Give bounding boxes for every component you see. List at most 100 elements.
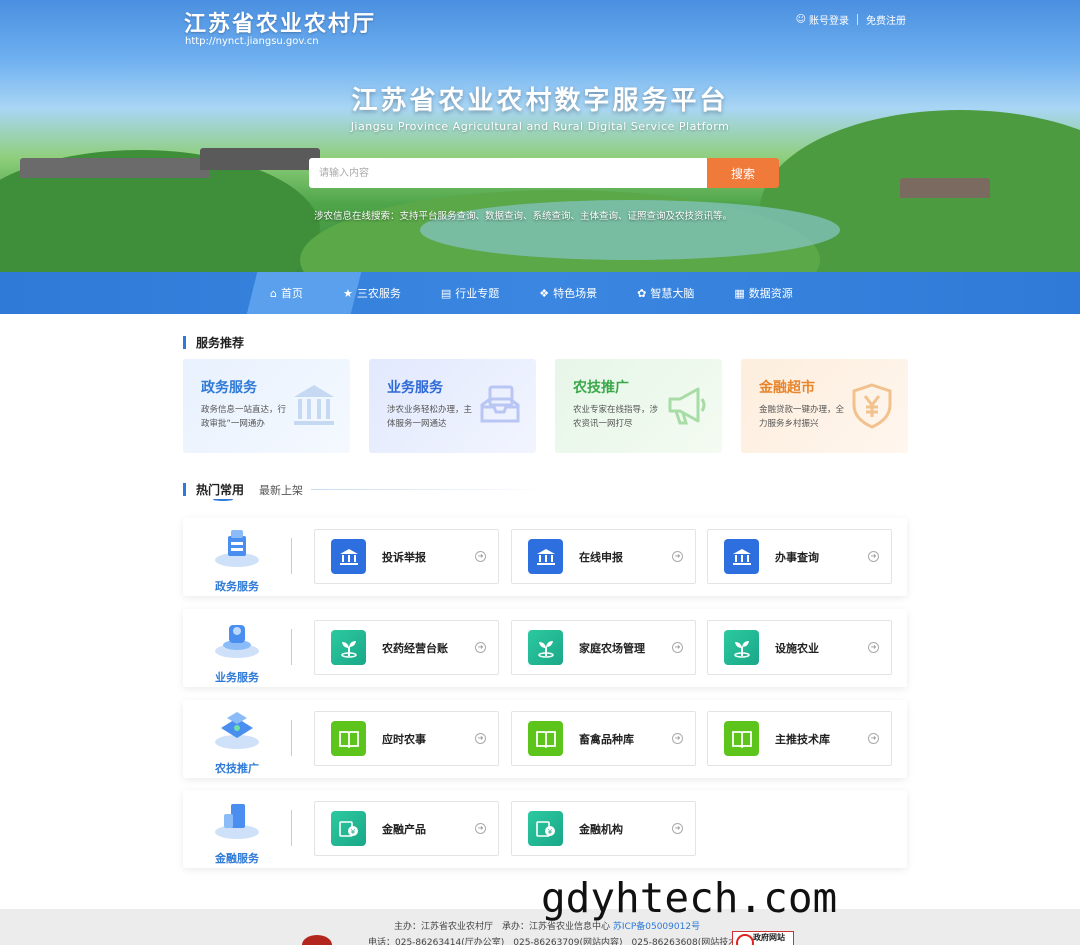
service-item-family-farm[interactable]: 家庭农场管理 ➜ (511, 620, 696, 675)
service-item-finance-institutions[interactable]: ¥ 金融机构 ➜ (511, 801, 696, 856)
nav-item-sannong[interactable]: ★ 三农服务 (343, 285, 401, 301)
recommend-cards: 政务服务 政务信息一站直达，行政审批“一网通办 业务服务 涉农业务轻松办理，主体… (183, 359, 908, 453)
service-row-finance: 金融服务 ¥ 金融产品 ➜ ¥ 金融机构 ➜ (183, 790, 907, 868)
home-icon: ⌂ (270, 286, 277, 300)
row-divider (291, 629, 292, 665)
service-item-online-apply[interactable]: 在线申报 ➜ (511, 529, 696, 584)
scenery-building (20, 158, 210, 178)
scenery-building (900, 178, 990, 198)
card-desc: 金融贷款一键办理，全力服务乡村振兴 (759, 405, 845, 429)
arrow-right-icon: ➜ (475, 823, 486, 834)
card-finance-market[interactable]: 金融超市 金融贷款一键办理，全力服务乡村振兴 (741, 359, 908, 453)
arrow-right-icon: ➜ (868, 551, 879, 562)
service-item-livestock-breeds[interactable]: 畜禽品种库 ➜ (511, 711, 696, 766)
inbox-icon (480, 385, 520, 423)
grid-icon: ❖ (539, 286, 550, 300)
category-government[interactable]: 政务服务 (201, 526, 273, 594)
service-item-pesticide-ledger[interactable]: 农药经营台账 ➜ (314, 620, 499, 675)
book-icon (724, 721, 759, 756)
service-item-label: 金融产品 (382, 822, 426, 836)
nav-item-data[interactable]: ▦ 数据资源 (734, 285, 792, 301)
government-category-icon (215, 530, 259, 567)
watermark-text: gdyhtech.com (541, 874, 838, 922)
main-nav: ⌂ 首页 ★ 三农服务 ▤ 行业专题 ❖ 特色场景 ✿ 智慧大脑 ▦ 数据资源 (0, 272, 1080, 314)
seedling-icon (331, 630, 366, 665)
nav-item-home[interactable]: ⌂ 首页 (270, 285, 303, 301)
section-title-recommend: 服务推荐 (183, 334, 244, 351)
platform-subtitle: Jiangsu Province Agricultural and Rural … (350, 120, 730, 133)
tab-hot-common[interactable]: 热门常用 (196, 481, 244, 498)
megaphone-icon (668, 387, 706, 425)
hero-banner: 江苏省农业农村厅 http://nynct.jiangsu.gov.cn ☺ 账… (0, 0, 1080, 272)
book-icon (528, 721, 563, 756)
service-item-label: 金融机构 (579, 822, 623, 836)
category-business[interactable]: 业务服务 (201, 617, 273, 685)
bank-icon (528, 539, 563, 574)
title-bar (183, 483, 186, 496)
seedling-icon (724, 630, 759, 665)
card-business-service[interactable]: 业务服务 涉农业务轻松办理，主体服务一网通达 (369, 359, 536, 453)
national-emblem-icon (302, 935, 332, 945)
seedling-icon (528, 630, 563, 665)
service-row-business: 业务服务 农药经营台账 ➜ 家庭农场管理 ➜ 设施农业 ➜ (183, 609, 907, 687)
register-link[interactable]: 免费注册 (866, 12, 906, 27)
search-bar: 搜索 (309, 158, 779, 188)
agri-tech-category-icon (215, 712, 259, 749)
section-title-hot: 热门常用 最新上架 (183, 481, 552, 498)
nav-item-scenes[interactable]: ❖ 特色场景 (539, 285, 597, 301)
arrow-right-icon: ➜ (672, 642, 683, 653)
bank-icon (724, 539, 759, 574)
book-icon (331, 721, 366, 756)
service-item-label: 农药经营台账 (382, 641, 448, 655)
service-item-affairs-query[interactable]: 办事查询 ➜ (707, 529, 892, 584)
service-item-label: 主推技术库 (775, 732, 830, 746)
card-desc: 政务信息一站直达，行政审批“一网通办 (201, 405, 287, 429)
service-item-main-tech[interactable]: 主推技术库 ➜ (707, 711, 892, 766)
site-url: http://nynct.jiangsu.gov.cn (185, 36, 319, 47)
service-item-seasonal-farming[interactable]: 应时农事 ➜ (314, 711, 499, 766)
top-links: ☺ 账号登录 免费注册 (796, 12, 906, 27)
service-item-facility-agri[interactable]: 设施农业 ➜ (707, 620, 892, 675)
yuan-shield-icon (852, 383, 892, 429)
nav-item-industry[interactable]: ▤ 行业专题 (441, 285, 499, 301)
login-link[interactable]: 账号登录 (809, 12, 849, 27)
government-building-icon (294, 385, 334, 425)
search-input[interactable] (309, 158, 707, 188)
category-label: 业务服务 (215, 671, 259, 684)
category-agri-tech[interactable]: 农技推广 (201, 708, 273, 776)
card-government-service[interactable]: 政务服务 政务信息一站直达，行政审批“一网通办 (183, 359, 350, 453)
nav-item-label: 行业专题 (455, 287, 500, 300)
service-item-label: 设施农业 (775, 641, 819, 655)
nav-item-label: 特色场景 (553, 287, 598, 300)
category-finance[interactable]: 金融服务 (201, 798, 273, 866)
svg-text:¥: ¥ (350, 828, 355, 836)
tab-newest[interactable]: 最新上架 (259, 482, 303, 498)
title-bar (183, 336, 186, 349)
service-row-government: 政务服务 投诉举报 ➜ 在线申报 ➜ 办事查询 ➜ (183, 518, 907, 596)
row-divider (291, 810, 292, 846)
star-icon: ★ (342, 286, 353, 300)
category-label: 金融服务 (215, 852, 259, 865)
service-item-label: 应时农事 (382, 732, 426, 746)
service-item-complaint[interactable]: 投诉举报 ➜ (314, 529, 499, 584)
gov-website-badge[interactable]: 政府网站 (732, 931, 794, 945)
search-button[interactable]: 搜索 (707, 158, 779, 188)
service-item-finance-products[interactable]: ¥ 金融产品 ➜ (314, 801, 499, 856)
link-separator (857, 14, 858, 25)
nav-item-brain[interactable]: ✿ 智慧大脑 (637, 285, 694, 301)
site-logo-title[interactable]: 江苏省农业农村厅 (184, 6, 376, 38)
search-hint: 涉农信息在线搜索：支持平台服务查询、数据查询、系统查询、主体查询、证照查询及农技… (314, 211, 733, 222)
card-agri-tech[interactable]: 农技推广 农业专家在线指导，涉农资讯一网打尽 (555, 359, 722, 453)
arrow-right-icon: ➜ (868, 733, 879, 744)
icp-link[interactable]: 苏ICP备05009012号 (613, 922, 700, 932)
service-row-agri-tech: 农技推广 应时农事 ➜ 畜禽品种库 ➜ 主推技术库 ➜ (183, 700, 907, 778)
arrow-right-icon: ➜ (475, 733, 486, 744)
finance-card-icon: ¥ (528, 811, 563, 846)
category-label: 农技推广 (215, 762, 259, 775)
card-desc: 农业专家在线指导，涉农资讯一网打尽 (573, 405, 659, 429)
arrow-right-icon: ➜ (475, 551, 486, 562)
nav-item-label: 首页 (280, 287, 303, 300)
service-item-label: 办事查询 (775, 550, 819, 564)
arrow-right-icon: ➜ (868, 642, 879, 653)
bank-icon (331, 539, 366, 574)
